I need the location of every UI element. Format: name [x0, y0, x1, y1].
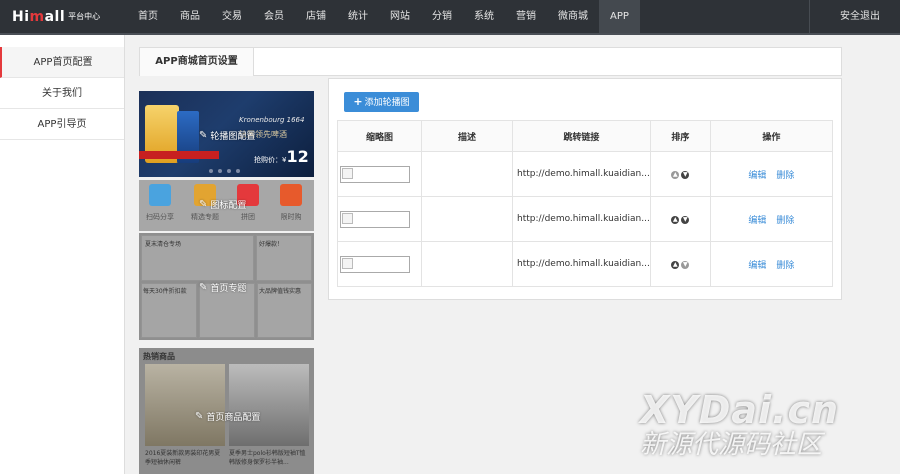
table-row: http://demo.himall.kuaidian... ▲ ▼ 编辑 删除 — [337, 151, 834, 197]
sidebar: APP首页配置 关于我们 APP引导页 — [0, 35, 125, 474]
sidebar-item-about[interactable]: 关于我们 — [0, 78, 124, 109]
edit-button[interactable]: 编辑 — [748, 171, 766, 181]
arrow-up-icon[interactable]: ▲ — [671, 216, 680, 224]
icon-label: 限时购 — [280, 213, 302, 221]
watermark-line2: 新源代源码社区 — [640, 430, 823, 460]
nav-item[interactable]: 营销 — [505, 0, 547, 33]
pencil-icon: ✎ — [195, 411, 204, 422]
nav-item[interactable]: 店铺 — [295, 0, 337, 33]
main-nav: 首页 商品 交易 会员 店铺 统计 网站 分销 系统 营销 微商城 APP — [127, 0, 640, 33]
plus-icon: + — [353, 95, 363, 108]
row-desc — [421, 241, 513, 287]
logout-button[interactable]: 安全退出 — [810, 0, 900, 33]
icons-preview[interactable]: 扫码分享 精选专题 拼团 限时购 ✎ 图标配置 — [139, 180, 314, 231]
carousel-panel: + 添加轮播图 缩略图 描述 跳转链接 排序 操作 http://demo.him… — [328, 78, 842, 300]
nav-item[interactable]: 统计 — [337, 0, 379, 33]
product-caption: 2016夏装新款男装印花男夏季短袖休闲裤 — [145, 450, 221, 466]
row-desc — [421, 151, 513, 197]
nav-item[interactable]: 首页 — [127, 0, 169, 33]
topic-text: 好爆款！ — [259, 241, 284, 248]
topic-config-label[interactable]: ✎ 首页专题 — [199, 281, 246, 294]
delete-button[interactable]: 删除 — [776, 261, 794, 271]
arrow-up-icon[interactable]: ▲ — [671, 171, 680, 179]
pencil-icon: ✎ — [199, 199, 208, 210]
column-header: 缩略图 — [337, 120, 422, 152]
delete-button[interactable]: 删除 — [776, 216, 794, 226]
arrow-down-icon[interactable]: ▼ — [681, 171, 690, 179]
topic-text: 大品牌值钱实惠 — [259, 288, 302, 295]
banner-brand: Kronenbourg 1664 — [239, 116, 305, 124]
logo[interactable]: Himall 平台中心 — [0, 0, 127, 33]
watermark-line1: XYDai.cn — [640, 388, 840, 432]
top-navbar: Himall 平台中心 首页 商品 交易 会员 店铺 统计 网站 分销 系统 营销 微商城 APP 安… — [0, 0, 900, 33]
nav-item[interactable]: 商品 — [169, 0, 211, 33]
pencil-icon: ✎ — [199, 282, 208, 293]
arrow-up-icon[interactable]: ▲ — [671, 261, 680, 269]
arrow-down-icon[interactable]: ▼ — [681, 261, 690, 269]
carousel-dots — [209, 169, 240, 173]
pencil-icon: ✎ — [199, 130, 208, 141]
row-link: http://demo.himall.kuaidian... — [512, 151, 651, 197]
banner-price: 抢购价：¥12 — [254, 147, 309, 166]
edit-button[interactable]: 编辑 — [748, 216, 766, 226]
column-header: 描述 — [421, 120, 513, 152]
nav-item[interactable]: 系统 — [463, 0, 505, 33]
tab-app-home-settings[interactable]: APP商城首页设置 — [140, 48, 254, 76]
nav-item[interactable]: 微商城 — [547, 0, 599, 33]
topic-preview[interactable]: 夏末清仓专场 好爆款！ 每天30件折扣款 大品牌值钱实惠 ✎ 首页专题 — [139, 233, 314, 340]
row-link: http://demo.himall.kuaidian... — [512, 196, 651, 242]
share-icon — [149, 184, 171, 206]
product-caption: 夏季男士polo衫韩版短袖T恤韩版修身保罗衫半袖... — [229, 450, 306, 466]
carousel-table: 缩略图 描述 跳转链接 排序 操作 http://demo.himall.kua… — [337, 120, 834, 287]
row-desc — [421, 196, 513, 242]
topic-text: 夏末清仓专场 — [145, 241, 182, 248]
row-link: http://demo.himall.kuaidian... — [512, 241, 651, 287]
icons-config-label[interactable]: ✎ 图标配置 — [199, 198, 246, 211]
nav-item[interactable]: APP — [599, 0, 640, 33]
nav-item[interactable]: 网站 — [379, 0, 421, 33]
hot-goods-preview[interactable]: 热销商品 2016夏装新款男装印花男夏季短袖休闲裤 夏季男士polo衫韩版短袖T… — [139, 348, 314, 474]
logo-text: Himall — [12, 8, 66, 25]
banner-preview[interactable]: Kronenbourg 1664 法国领先啤酒 抢购价：¥12 ✎ 轮播图配置 — [139, 91, 314, 177]
icon-label: 拼团 — [241, 213, 255, 221]
delete-button[interactable]: 删除 — [776, 171, 794, 181]
table-row: http://demo.himall.kuaidian... ▲ ▼ 编辑 删除 — [337, 241, 834, 287]
column-header: 排序 — [649, 120, 711, 152]
topic-text: 每天30件折扣款 — [143, 288, 187, 295]
product-image — [145, 364, 225, 446]
thumbnail-image — [340, 165, 410, 183]
nav-item[interactable]: 分销 — [421, 0, 463, 33]
nav-item[interactable]: 会员 — [253, 0, 295, 33]
thumbnail-image — [340, 255, 410, 273]
banner-config-label[interactable]: ✎ 轮播图配置 — [199, 129, 255, 142]
nav-item[interactable]: 交易 — [211, 0, 253, 33]
arrow-down-icon[interactable]: ▼ — [681, 216, 690, 224]
sidebar-item-guide[interactable]: APP引导页 — [0, 109, 124, 140]
hot-goods-header: 热销商品 — [143, 352, 175, 361]
icon-label: 扫码分享 — [146, 213, 174, 221]
watermark: XYDai.cn 新源代源码社区 — [640, 390, 839, 460]
tab-bar: APP商城首页设置 — [139, 47, 842, 76]
logo-subtitle: 平台中心 — [68, 12, 101, 21]
clock-icon — [280, 184, 302, 206]
sidebar-item-app-home[interactable]: APP首页配置 — [0, 47, 124, 78]
add-carousel-button[interactable]: + 添加轮播图 — [344, 92, 419, 112]
hot-config-label[interactable]: ✎ 首页商品配置 — [195, 410, 260, 423]
icon-label: 精选专题 — [191, 213, 219, 221]
table-row: http://demo.himall.kuaidian... ▲ ▼ 编辑 删除 — [337, 196, 834, 242]
thumbnail-image — [340, 210, 410, 228]
column-header: 操作 — [709, 120, 834, 152]
edit-button[interactable]: 编辑 — [748, 261, 766, 271]
app-preview: Kronenbourg 1664 法国领先啤酒 抢购价：¥12 ✎ 轮播图配置 扫… — [139, 89, 315, 474]
product-image — [229, 364, 309, 446]
column-header: 跳转链接 — [512, 120, 651, 152]
